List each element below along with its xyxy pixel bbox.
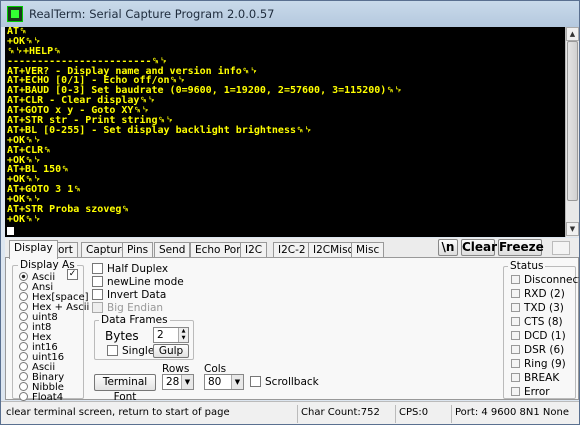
terminal-line: +OK␍␊ bbox=[7, 35, 42, 47]
terminal-output[interactable]: AT␍ +OK␍␊ ␍␊+HELP␍ ---------------------… bbox=[5, 27, 565, 237]
status-led-icon bbox=[511, 317, 520, 326]
big-endian-checkbox[interactable]: Big Endian bbox=[92, 302, 163, 314]
bytes-spinner[interactable]: 2 ▲ ▼ bbox=[153, 327, 189, 343]
tab-display[interactable]: Display bbox=[9, 240, 58, 259]
status-rxd: RXD (2) bbox=[511, 288, 565, 300]
invert-data-checkbox[interactable]: Invert Data bbox=[92, 289, 166, 301]
dropdown-arrow-icon[interactable]: ▼ bbox=[181, 375, 193, 389]
status-error: Error bbox=[511, 386, 550, 398]
status-led-icon bbox=[511, 359, 520, 368]
terminal-line: AT+GOTO 3 1␍ bbox=[7, 184, 82, 196]
freeze-button[interactable]: Freeze bbox=[498, 239, 544, 256]
data-frames-title: Data Frames bbox=[99, 314, 170, 326]
scrollback-checkbox[interactable]: Scrollback bbox=[250, 376, 319, 388]
status-break: BREAK bbox=[511, 372, 559, 384]
terminal-line: AT␍ bbox=[7, 27, 28, 37]
status-ring: Ring (9) bbox=[511, 358, 566, 370]
status-led-icon bbox=[511, 387, 520, 396]
gulp-button[interactable]: Gulp bbox=[153, 344, 189, 358]
settings-panel: Display Port Capture Pins Send Echo Port… bbox=[5, 238, 579, 403]
scroll-down-arrow-icon[interactable]: ▼ bbox=[566, 222, 579, 236]
status-led-icon bbox=[511, 373, 520, 382]
half-duplex-checkbox[interactable]: Half Duplex bbox=[92, 263, 168, 275]
terminal-line: AT+BL [0-255] - Set display backlight br… bbox=[7, 124, 312, 136]
clear-button[interactable]: Clear bbox=[461, 239, 497, 256]
extra-panel-placeholder bbox=[552, 241, 570, 255]
char-count: Char Count:752 bbox=[297, 405, 393, 423]
window-title: RealTerm: Serial Capture Program 2.0.0.5… bbox=[29, 7, 275, 21]
tab-send[interactable]: Send bbox=[154, 242, 191, 258]
status-dsr: DSR (6) bbox=[511, 344, 564, 356]
status-hint: clear terminal screen, return to start o… bbox=[6, 407, 230, 418]
ascii-checkbox[interactable]: ✓ bbox=[67, 269, 78, 280]
status-led-icon bbox=[511, 331, 520, 340]
status-txd: TXD (3) bbox=[511, 302, 564, 314]
cps-readout: CPS:0 bbox=[395, 405, 449, 423]
spinner-arrows-icon[interactable]: ▲ ▼ bbox=[178, 328, 188, 342]
title-bar[interactable]: RealTerm: Serial Capture Program 2.0.0.5… bbox=[1, 1, 579, 27]
single-checkbox[interactable]: Single bbox=[107, 345, 154, 357]
terminal-line: AT+BL 150␍ bbox=[7, 164, 70, 176]
status-led-icon bbox=[511, 289, 520, 298]
terminal-line: +OK␍␊ bbox=[7, 134, 42, 146]
status-bar: clear terminal screen, return to start o… bbox=[1, 401, 579, 424]
radio-selected-icon bbox=[19, 272, 28, 281]
newline-button[interactable]: \n bbox=[438, 239, 458, 256]
app-window: RealTerm: Serial Capture Program 2.0.0.5… bbox=[0, 0, 580, 425]
status-led-icon bbox=[511, 345, 520, 354]
terminal-app-icon bbox=[7, 6, 23, 22]
display-as-group: Display As Ascii ✓ Ansi Hex[space] Hex +… bbox=[12, 259, 89, 403]
terminal-line: +OK␍␊ bbox=[7, 154, 42, 166]
scroll-up-arrow-icon[interactable]: ▲ bbox=[566, 27, 579, 41]
terminal-line: AT+CLR␍ bbox=[7, 144, 52, 156]
terminal-cursor bbox=[7, 227, 14, 235]
tab-i2c-2[interactable]: I2C-2 bbox=[273, 242, 311, 258]
port-status: Port: 4 9600 8N1 None bbox=[451, 405, 577, 423]
terminal-scrollbar[interactable]: ▲ ▼ bbox=[565, 27, 579, 237]
terminal-font-button[interactable]: Terminal Font bbox=[94, 374, 156, 403]
tab-pins[interactable]: Pins bbox=[122, 242, 154, 258]
status-led-icon bbox=[511, 275, 520, 284]
newline-mode-checkbox[interactable]: newLine mode bbox=[92, 276, 184, 288]
scrollbar-thumb[interactable] bbox=[567, 41, 578, 201]
tab-i2c[interactable]: I2C bbox=[240, 242, 268, 258]
status-cts: CTS (8) bbox=[511, 316, 563, 328]
rows-select[interactable]: 28 ▼ bbox=[162, 374, 194, 390]
status-disconnect: Disconnect bbox=[511, 274, 579, 286]
status-title: Status bbox=[508, 260, 546, 272]
status-dcd: DCD (1) bbox=[511, 330, 566, 342]
status-group: Status Disconnect RXD (2) TXD (3) CTS (8… bbox=[503, 260, 579, 399]
terminal-line: +OK␍␊ bbox=[7, 213, 42, 225]
data-frames-group: Data Frames Bytes 2 ▲ ▼ Single Gulp bbox=[94, 314, 194, 360]
display-tab-page: Display As Ascii ✓ Ansi Hex[space] Hex +… bbox=[5, 257, 579, 403]
tab-misc[interactable]: Misc bbox=[351, 242, 385, 258]
bytes-label: Bytes bbox=[105, 329, 139, 343]
terminal-line: +OK␍␊ bbox=[7, 174, 42, 186]
terminal-line: AT+STR Proba szoveg␍ bbox=[7, 204, 130, 216]
status-led-icon bbox=[511, 303, 520, 312]
cols-select[interactable]: 80 ▼ bbox=[204, 374, 244, 390]
dropdown-arrow-icon[interactable]: ▼ bbox=[231, 375, 243, 389]
